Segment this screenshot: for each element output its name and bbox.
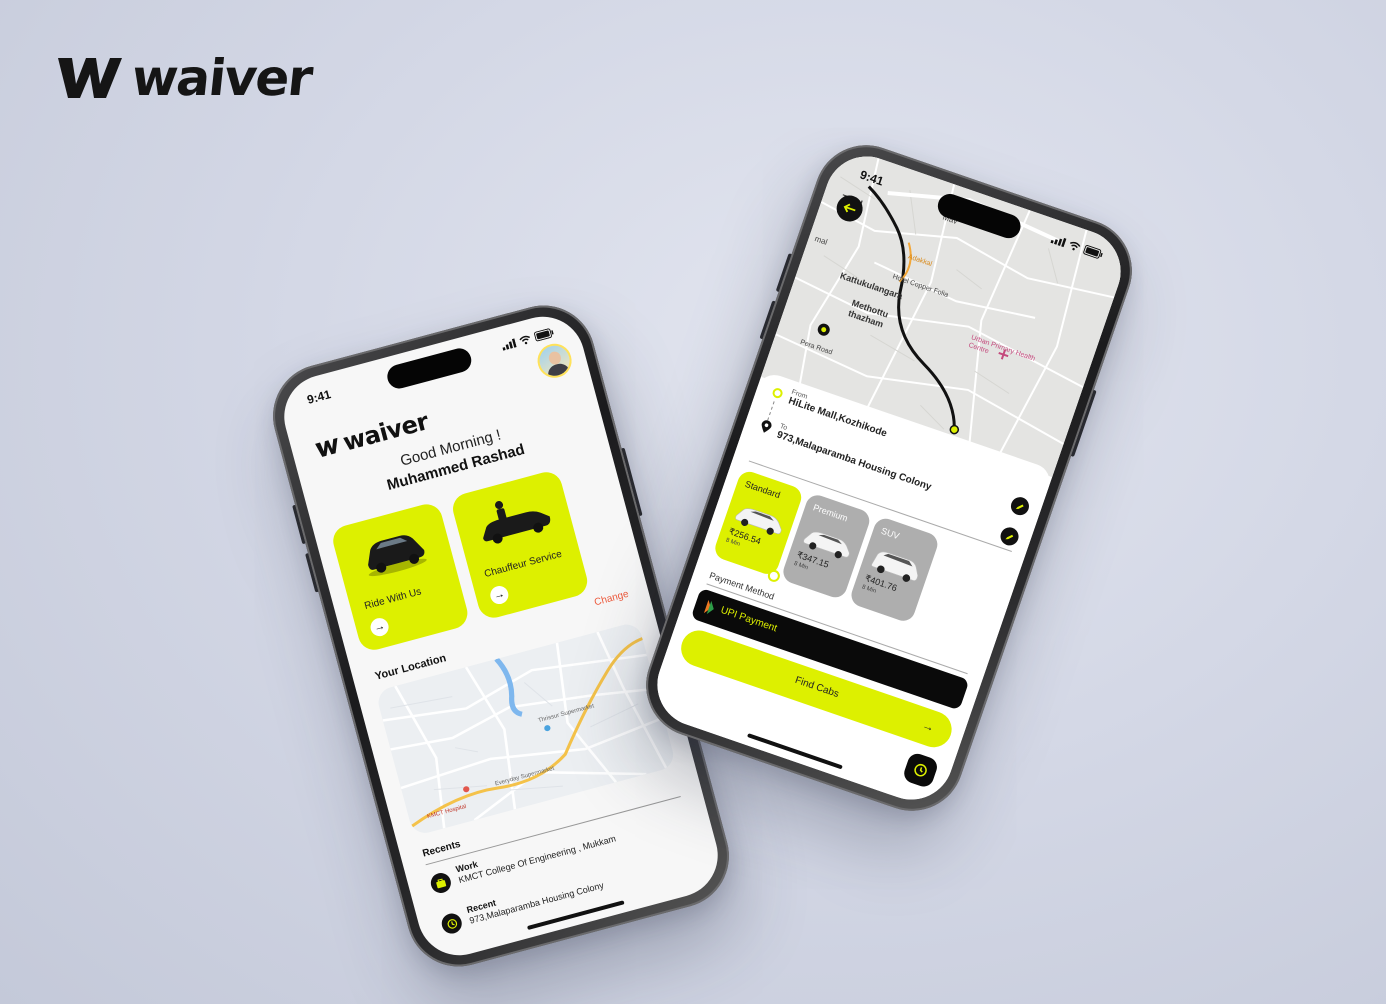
chauffeur-car-icon — [483, 501, 551, 544]
signal-icon — [1050, 237, 1067, 247]
origin-dot-icon — [771, 386, 784, 400]
vehicle-name: Standard — [743, 478, 782, 501]
wifi-icon — [1070, 241, 1081, 250]
status-time: 9:41 — [305, 387, 333, 407]
ride-with-us-label: Ride With Us — [363, 586, 423, 613]
brand-wordmark: waiver — [128, 49, 315, 107]
clock-icon — [914, 763, 927, 777]
vehicle-name: Premium — [811, 502, 850, 524]
status-time: 9:41 — [858, 167, 886, 189]
selected-radio-icon — [766, 568, 782, 584]
status-bar: 9:41 — [275, 307, 583, 427]
upi-logo-icon — [703, 599, 714, 615]
waiver-logo-mark — [58, 58, 122, 98]
to-field[interactable]: To 973,Malaparamba Housing Colony — [775, 423, 935, 493]
ride-with-us-card[interactable]: Ride With Us → — [329, 500, 471, 654]
schedule-button[interactable] — [901, 751, 940, 790]
signal-icon — [502, 337, 517, 351]
waiver-logo-mark — [314, 437, 338, 457]
edit-to-button[interactable] — [998, 524, 1021, 548]
car-icon — [368, 535, 427, 577]
pencil-icon — [1005, 534, 1013, 539]
payment-method-value: UPI Payment — [719, 604, 779, 635]
vehicle-name: SUV — [879, 525, 901, 542]
arrow-right-icon: → — [488, 584, 511, 607]
status-icons — [1050, 233, 1104, 260]
brand-logo: waiver — [52, 49, 315, 107]
booking-screen: 9:41 Mav mal Adakkal Hotel Copper Folia … — [646, 145, 1132, 811]
to-value: 973,Malaparamba Housing Colony — [775, 429, 933, 493]
location-pin-icon — [761, 420, 772, 433]
battery-icon — [1083, 245, 1103, 259]
history-icon — [439, 911, 464, 936]
edit-from-button[interactable] — [1008, 494, 1032, 518]
home-indicator — [746, 733, 843, 770]
phone-booking-screen: 9:41 Mav mal Adakkal Hotel Copper Folia … — [632, 131, 1146, 825]
briefcase-icon — [428, 870, 454, 896]
chauffeur-service-label: Chauffeur Service — [483, 548, 564, 580]
change-location-link[interactable]: Change — [593, 589, 630, 609]
location-map[interactable]: Everyday Supermarket KMCT Hospital Thris… — [375, 621, 677, 837]
dynamic-island — [384, 345, 474, 392]
battery-icon — [534, 328, 554, 342]
arrow-right-icon: → — [368, 616, 391, 639]
route-connector — [767, 401, 775, 421]
chauffeur-service-card[interactable]: Chauffeur Service → — [449, 468, 591, 622]
wifi-icon — [519, 335, 530, 344]
pencil-icon — [1015, 503, 1024, 509]
to-label: To — [778, 422, 789, 432]
arrow-left-icon — [843, 203, 856, 213]
